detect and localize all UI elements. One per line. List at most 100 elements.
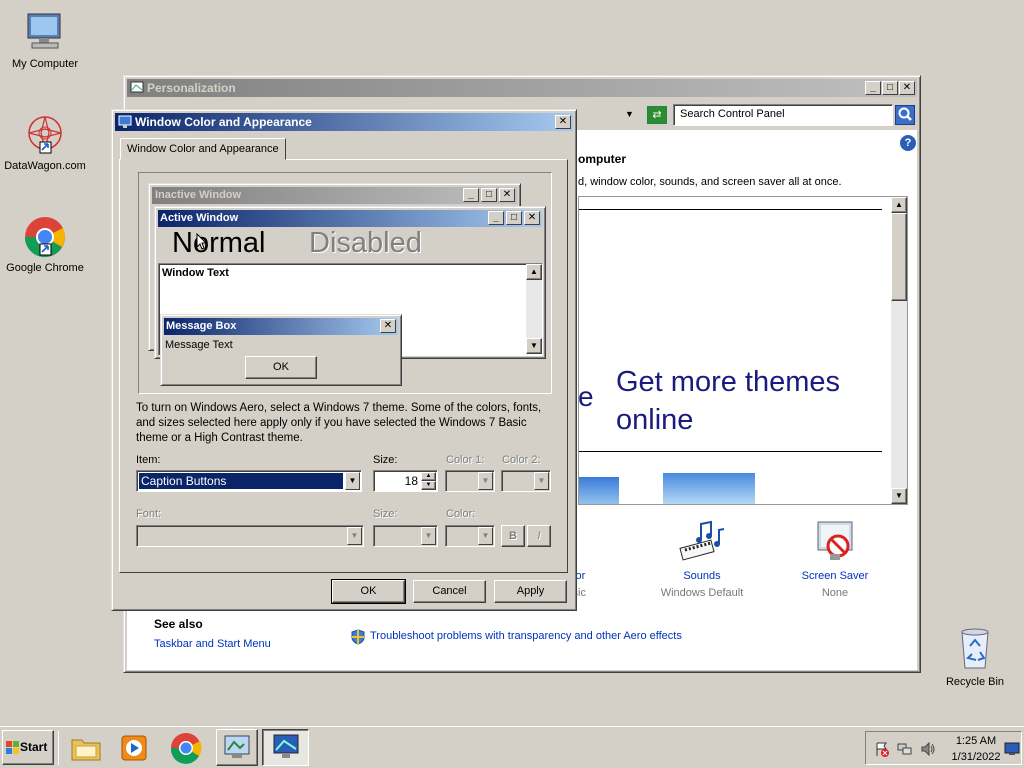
chevron-down-icon[interactable]: ▼ <box>345 472 360 490</box>
window-color-dialog: Window Color and Appearance ✕ Window Col… <box>111 109 577 611</box>
scroll-up-button: ▲ <box>526 264 542 280</box>
msgbox-ok-button: OK <box>245 356 317 379</box>
start-button[interactable]: Start <box>2 730 54 765</box>
maximize-button: □ <box>506 211 522 225</box>
active-titlebar: Active Window _ □ ✕ <box>158 210 542 227</box>
control-panel-taskbar-button[interactable] <box>216 729 258 766</box>
scroll-thumb[interactable] <box>891 213 907 301</box>
refresh-button[interactable]: ⇄ <box>647 106 667 124</box>
size-label: Size: <box>373 454 398 466</box>
action-center-flag-icon[interactable] <box>874 741 890 757</box>
color1-picker: ▼ <box>445 470 495 492</box>
datawagon-logo-icon <box>28 116 62 154</box>
size-down-button[interactable]: ▼ <box>421 481 436 490</box>
size-value: 18 <box>404 474 418 488</box>
dialog-description: To turn on Windows Aero, select a Window… <box>136 402 542 444</box>
bottom-item-label: Sounds <box>683 570 721 582</box>
size-stepper[interactable]: 18 ▲ ▼ <box>373 470 438 492</box>
desktop-icon-google-chrome[interactable]: Google Chrome <box>0 214 90 274</box>
color1-label: Color 1: <box>446 454 485 466</box>
tab-window-color[interactable]: Window Color and Appearance <box>120 138 286 160</box>
chevron-down-icon: ▼ <box>478 472 493 490</box>
control-panel-icon <box>130 81 144 93</box>
desktop-icon-my-computer[interactable]: My Computer <box>0 10 90 70</box>
active-window-title: Active Window <box>160 212 239 224</box>
see-also-heading: See also <box>154 617 203 631</box>
preview-message-box: Message Box ✕ Message Text OK <box>160 314 402 386</box>
help-icon[interactable]: ? <box>900 135 916 151</box>
bottom-item-sub: None <box>821 587 849 599</box>
preview-menu-disabled: Disabled <box>309 227 422 259</box>
dialog-close-button[interactable]: ✕ <box>555 115 571 129</box>
font-select: ▼ <box>136 525 364 547</box>
color2-picker: ▼ <box>501 470 551 492</box>
get-more-themes-line1: Get more themes <box>616 366 841 398</box>
item-selected-value: Caption Buttons <box>139 473 343 489</box>
theme-list[interactable]: e Get more themes online ▲ ▼ <box>578 196 908 505</box>
maximize-button[interactable]: □ <box>882 81 898 95</box>
get-more-themes-line2: online <box>616 404 694 436</box>
windows-logo-icon <box>6 740 19 754</box>
clock-time[interactable]: 1:25 AM <box>946 735 1006 747</box>
minimize-button: _ <box>488 211 504 225</box>
clock-date[interactable]: 1/31/2022 <box>946 751 1006 763</box>
network-icon[interactable] <box>897 741 913 757</box>
close-button: ✕ <box>524 211 540 225</box>
desktop-icon-label: Google Chrome <box>6 262 84 274</box>
minimize-button: _ <box>463 188 479 202</box>
bottom-item-screen-saver[interactable]: Screen Saver None <box>780 518 890 599</box>
font-color-picker: ▼ <box>445 525 495 547</box>
desktop-icon-recycle-bin[interactable]: Recycle Bin <box>930 624 1020 688</box>
desktop-icon-datawagon[interactable]: DataWagon.com <box>0 112 90 172</box>
minimize-button[interactable]: _ <box>865 81 881 95</box>
ok-button[interactable]: OK <box>331 579 406 604</box>
close-button[interactable]: ✕ <box>899 81 915 95</box>
personalization-taskbar-button[interactable] <box>262 729 309 766</box>
font-label: Font: <box>136 508 162 520</box>
recycle-bin-icon <box>961 628 989 669</box>
size-up-button[interactable]: ▲ <box>421 472 436 481</box>
preview-menu-normal: Normal <box>172 227 266 259</box>
screen-saver-icon <box>817 521 853 560</box>
chevron-down-icon: ▼ <box>478 527 493 545</box>
explorer-icon[interactable] <box>68 730 104 766</box>
theme-list-scrollbar[interactable]: ▲ ▼ <box>891 197 907 504</box>
preview-scrollbar: ▲ ▼ <box>526 264 542 354</box>
color2-label: Color 2: <box>502 454 541 466</box>
cancel-button[interactable]: Cancel <box>413 580 486 603</box>
dialog-titlebar[interactable]: Window Color and Appearance ✕ <box>115 113 573 131</box>
search-input[interactable]: Search Control Panel <box>673 104 893 126</box>
maximize-button: □ <box>481 188 497 202</box>
item-select[interactable]: Caption Buttons ▼ <box>136 470 362 492</box>
theme-name-fragment: e <box>578 381 594 412</box>
taskbar-start-menu-link[interactable]: Taskbar and Start Menu <box>154 638 271 650</box>
chrome-taskbar-icon[interactable] <box>168 730 204 766</box>
bottom-item-sounds[interactable]: Sounds Windows Default <box>647 518 757 599</box>
display-properties-icon <box>273 734 298 758</box>
shield-icon <box>351 629 365 645</box>
bottom-item-label: Screen Saver <box>801 570 869 582</box>
mouse-cursor-icon <box>196 233 208 250</box>
address-dropdown-arrow-icon[interactable]: ▼ <box>625 109 634 119</box>
scroll-down-button[interactable]: ▼ <box>891 488 907 504</box>
search-button[interactable] <box>895 105 915 125</box>
troubleshoot-link[interactable]: Troubleshoot problems with transparency … <box>370 630 682 642</box>
scroll-up-button[interactable]: ▲ <box>891 197 907 213</box>
start-label: Start <box>20 740 48 754</box>
display-icon <box>118 115 132 128</box>
media-player-icon[interactable] <box>116 730 152 766</box>
personalization-titlebar[interactable]: Personalization _ □ ✕ <box>127 79 917 97</box>
theme-thumbnail[interactable] <box>579 477 619 504</box>
volume-icon[interactable] <box>920 741 936 757</box>
inactive-titlebar: Inactive Window _ □ ✕ <box>152 187 517 204</box>
show-desktop-icon[interactable] <box>1004 742 1020 756</box>
search-icon <box>898 107 912 121</box>
search-placeholder: Search Control Panel <box>680 108 785 120</box>
sounds-icon <box>679 520 725 561</box>
theme-thumbnail[interactable] <box>663 473 755 504</box>
apply-button[interactable]: Apply <box>494 580 567 603</box>
tab-panel: Inactive Window _ □ ✕ Active Window _ □ … <box>119 159 568 573</box>
page-description-fragment: d, window color, sounds, and screen save… <box>578 176 842 188</box>
get-more-themes-link[interactable]: Get more themes online <box>616 363 840 439</box>
italic-button: I <box>527 525 551 547</box>
